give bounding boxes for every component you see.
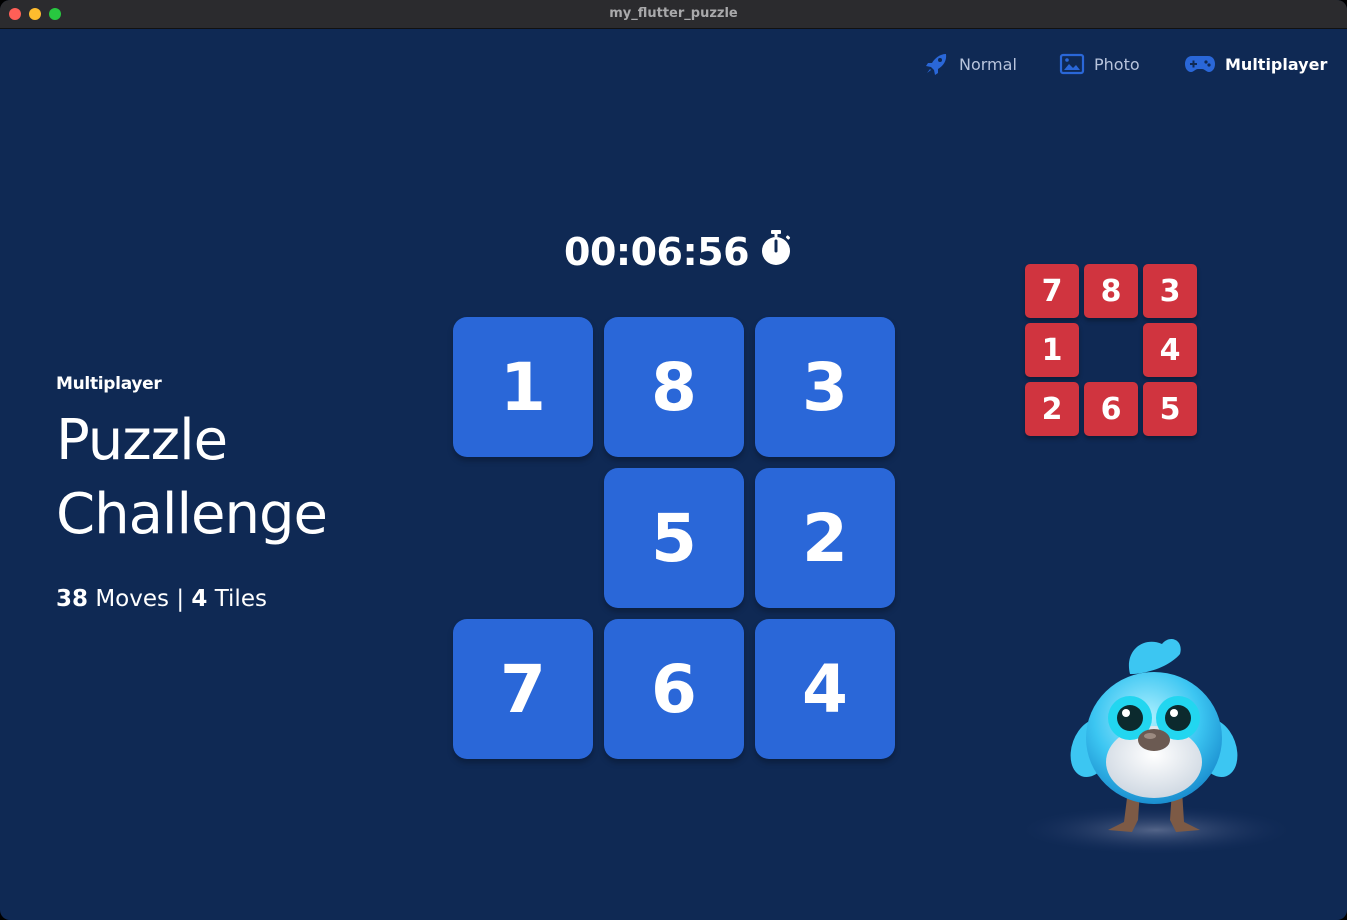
dash-mascot <box>1020 630 1292 860</box>
opponent-tile-6: 6 <box>1084 382 1138 436</box>
opponent-tile-5: 5 <box>1143 382 1197 436</box>
nav-normal-label: Normal <box>959 54 1017 74</box>
page-title-line2: Challenge <box>56 482 328 547</box>
tiles-count: 4 <box>191 586 208 612</box>
nav-photo[interactable]: Photo <box>1059 52 1140 76</box>
timer: 00:06:56 <box>564 228 793 276</box>
opponent-tile-4: 4 <box>1143 323 1197 377</box>
timer-value: 00:06:56 <box>564 230 750 274</box>
opponent-tile-7: 7 <box>1025 264 1079 318</box>
puzzle-tile-1[interactable]: 1 <box>453 317 593 457</box>
opponent-tile-1: 1 <box>1025 323 1079 377</box>
puzzle-tile-5[interactable]: 5 <box>604 468 744 608</box>
puzzle-tile-3[interactable]: 3 <box>755 317 895 457</box>
moves-count: 38 <box>56 586 89 612</box>
puzzle-tile-2[interactable]: 2 <box>755 468 895 608</box>
mode-label: Multiplayer <box>56 374 162 394</box>
move-stats: 38 Moves | 4 Tiles <box>56 586 267 612</box>
opponent-tile-8: 8 <box>1084 264 1138 318</box>
stats-separator: | <box>176 586 185 612</box>
opponent-board: 783 1 4 265 <box>1025 264 1198 437</box>
nav-multiplayer[interactable]: Multiplayer <box>1184 52 1327 76</box>
image-icon <box>1059 53 1085 75</box>
nav-normal[interactable]: Normal <box>924 52 1017 76</box>
app-window: my_flutter_puzzle Normal Photo Multiplay… <box>0 0 1347 920</box>
puzzle-tile-4[interactable]: 4 <box>755 619 895 759</box>
puzzle-tile-8[interactable]: 8 <box>604 317 744 457</box>
gamepad-icon <box>1184 53 1216 75</box>
stopwatch-icon <box>759 229 793 276</box>
opponent-tile-2: 2 <box>1025 382 1079 436</box>
moves-label: Moves <box>95 586 169 612</box>
window-title: my_flutter_puzzle <box>609 6 738 21</box>
puzzle-board: 18352 764 <box>453 317 896 760</box>
nav-multiplayer-label: Multiplayer <box>1225 54 1328 74</box>
page-title-line1: Puzzle <box>56 408 228 473</box>
opponent-tile-3: 3 <box>1143 264 1197 318</box>
puzzle-tile-7[interactable]: 7 <box>453 619 593 759</box>
rocket-icon <box>924 53 950 75</box>
nav-photo-label: Photo <box>1094 54 1140 74</box>
title-bar: my_flutter_puzzle <box>0 0 1347 29</box>
puzzle-tile-6[interactable]: 6 <box>604 619 744 759</box>
tiles-label: Tiles <box>214 586 267 612</box>
